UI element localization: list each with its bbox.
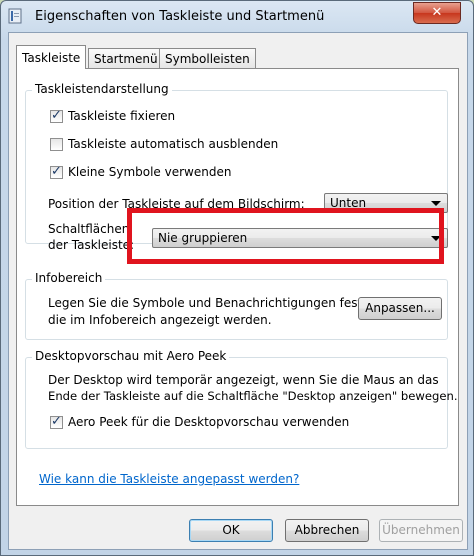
dialog-window: Eigenschaften von Taskleiste und Startme… (0, 0, 474, 556)
aero-peek-group: Desktopvorschau mit Aero Peek Der Deskto… (25, 349, 458, 449)
tab-panel-taskleiste: Taskleistendarstellung Taskleiste fixier… (16, 68, 459, 506)
title-bar[interactable]: Eigenschaften von Taskleiste und Startme… (1, 1, 473, 33)
tab-startmenue[interactable]: Startmenü (88, 48, 164, 69)
help-link[interactable]: Wie kann die Taskleiste angepasst werden… (39, 472, 299, 486)
notification-area-group: Infobereich Legen Sie die Symbole und Be… (25, 271, 448, 340)
taskbar-properties-icon (8, 8, 22, 24)
small-icons-checkbox[interactable] (50, 164, 63, 179)
group-title: Infobereich (32, 271, 106, 285)
dialog-client-area: Taskleiste Startmenü Symbolleisten Taskl… (8, 32, 468, 550)
close-icon: ✕ (431, 5, 443, 20)
autohide-checkbox[interactable] (50, 138, 63, 151)
annotation-highlight-box (127, 208, 444, 264)
customize-button[interactable]: Anpassen... (358, 297, 442, 320)
buttons-label-line1: Schaltflächen (48, 222, 130, 236)
close-button[interactable]: ✕ (413, 2, 461, 24)
notification-text-line1: Legen Sie die Symbole und Benachrichtigu… (48, 296, 367, 310)
aero-peek-checkbox[interactable] (50, 414, 63, 429)
aero-peek-label[interactable]: Aero Peek für die Desktopvorschau verwen… (68, 415, 349, 429)
chevron-down-icon (431, 201, 441, 206)
group-title: Taskleistendarstellung (32, 82, 172, 96)
peek-text-line2: Ende der Taskleiste auf die Schaltfläche… (48, 389, 458, 403)
ok-button[interactable]: OK (189, 519, 273, 542)
lock-taskbar-checkbox[interactable] (50, 108, 63, 123)
notification-text-line2: die im Infobereich angezeigt werden. (48, 313, 272, 327)
peek-text-line1: Der Desktop wird temporär angezeigt, wen… (48, 373, 439, 387)
buttons-label-line2: der Taskleiste: (48, 238, 135, 252)
tab-taskleiste[interactable]: Taskleiste (16, 45, 87, 69)
group-title: Desktopvorschau mit Aero Peek (32, 349, 230, 363)
autohide-label[interactable]: Taskleiste automatisch ausblenden (68, 137, 278, 151)
apply-button[interactable]: Übernehmen (379, 519, 463, 542)
tab-symbolleisten[interactable]: Symbolleisten (159, 48, 256, 69)
window-title: Eigenschaften von Taskleiste und Startme… (35, 9, 325, 24)
cancel-button[interactable]: Abbrechen (285, 519, 369, 542)
small-icons-label[interactable]: Kleine Symbole verwenden (68, 165, 231, 179)
lock-taskbar-label[interactable]: Taskleiste fixieren (68, 109, 175, 123)
